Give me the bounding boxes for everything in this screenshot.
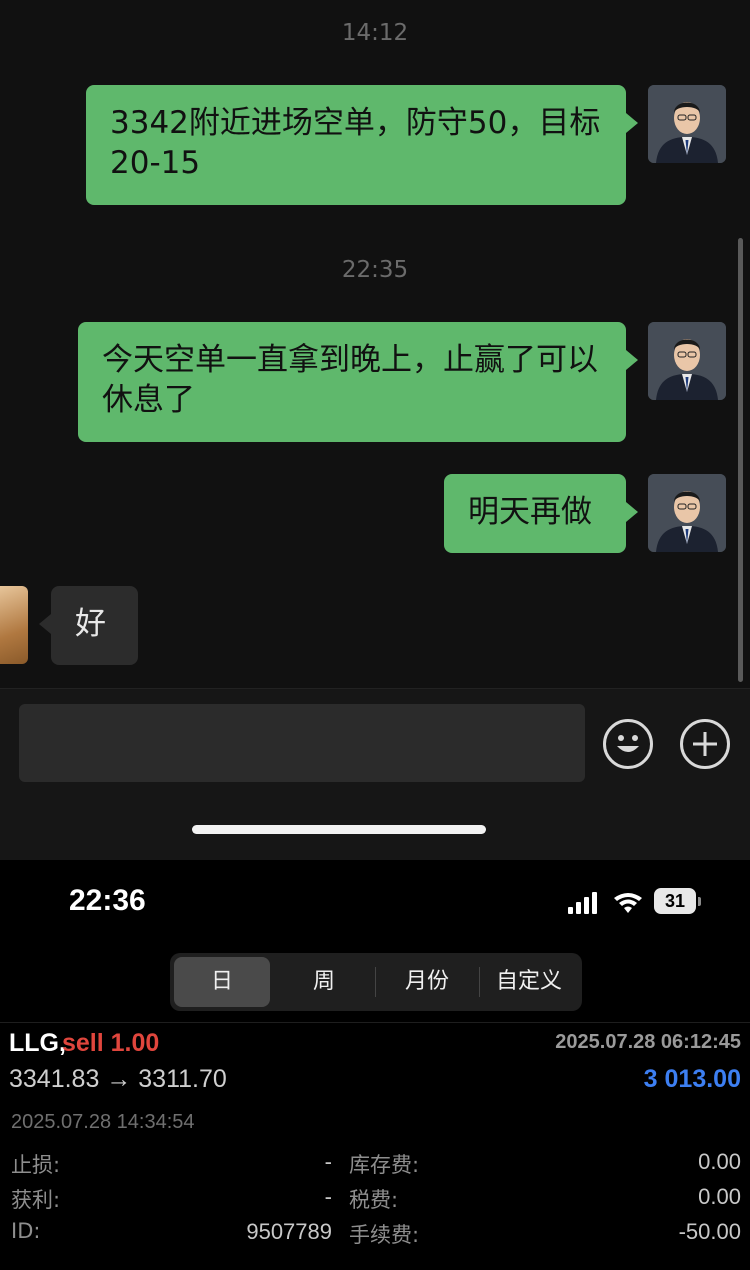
- tab-day[interactable]: 日: [174, 957, 270, 1007]
- message-input[interactable]: [19, 704, 585, 782]
- commission-label: 手续费:: [349, 1223, 420, 1247]
- home-indicator: [192, 825, 486, 834]
- timestamp: 14:12: [341, 20, 409, 46]
- emoji-button[interactable]: [603, 719, 653, 769]
- trading-app: 22:36 31 日 周 月份 自定义 LLG, sell 1.00 2025.…: [0, 860, 750, 1270]
- stop-loss-label: 止损:: [11, 1153, 61, 1177]
- timestamp: 22:35: [341, 257, 409, 283]
- scrollbar[interactable]: [738, 238, 743, 682]
- trade-open-time: 2025.07.28 06:12:45: [555, 1031, 741, 1053]
- tax-value: 0.00: [698, 1184, 741, 1209]
- message-bubble[interactable]: 今天空单一直拿到晚上，止赢了可以休息了: [78, 322, 638, 442]
- stop-loss-value: -: [324, 1149, 332, 1174]
- take-profit-value: -: [324, 1184, 332, 1209]
- avatar[interactable]: [648, 474, 726, 552]
- tax-label: 税费:: [349, 1188, 399, 1212]
- swap-label: 库存费:: [349, 1153, 420, 1177]
- trade-close-time: 2025.07.28 14:34:54: [11, 1111, 195, 1133]
- period-tabs: 日 周 月份 自定义: [170, 953, 582, 1011]
- avatar[interactable]: [0, 586, 28, 664]
- input-bar: [0, 688, 750, 861]
- message-bubble[interactable]: 明天再做: [444, 474, 638, 553]
- take-profit-label: 获利:: [11, 1188, 61, 1212]
- commission-value: -50.00: [678, 1219, 741, 1244]
- id-value: 9507789: [246, 1219, 332, 1244]
- avatar[interactable]: [648, 322, 726, 400]
- trade-symbol: LLG,: [9, 1029, 66, 1057]
- battery-indicator: 31: [654, 888, 696, 914]
- avatar-man-icon: [648, 322, 726, 400]
- message-bubble[interactable]: 好: [39, 586, 138, 665]
- signal-wifi-icons: [568, 892, 642, 914]
- avatar[interactable]: [648, 85, 726, 163]
- cellular-signal-icon: [568, 892, 597, 914]
- swap-value: 0.00: [698, 1149, 741, 1174]
- trade-side: sell 1.00: [62, 1029, 160, 1057]
- status-time: 22:36: [69, 884, 146, 917]
- battery-tip: [698, 897, 701, 906]
- emoji-icon: [617, 735, 639, 752]
- trade-record[interactable]: LLG, sell 1.00 2025.07.28 06:12:45 3341.…: [0, 1022, 750, 1270]
- avatar-man-icon: [648, 85, 726, 163]
- plus-icon: [693, 732, 717, 756]
- wifi-icon: [614, 893, 642, 913]
- tab-custom[interactable]: 自定义: [480, 957, 578, 1007]
- tab-month[interactable]: 月份: [376, 957, 478, 1007]
- message-bubble[interactable]: 3342附近进场空单，防守50，目标20-15: [86, 85, 638, 205]
- tab-week[interactable]: 周: [274, 957, 374, 1007]
- trade-price-range: 3341.83 → 3311.70: [9, 1065, 227, 1093]
- plus-button[interactable]: [680, 719, 730, 769]
- id-label: ID:: [11, 1219, 41, 1243]
- chat-screen: 14:12 3342附近进场空单，防守50，目标20-15 22:35 今天空单…: [0, 0, 750, 861]
- trade-profit: 3 013.00: [643, 1065, 741, 1093]
- avatar-man-icon: [648, 474, 726, 552]
